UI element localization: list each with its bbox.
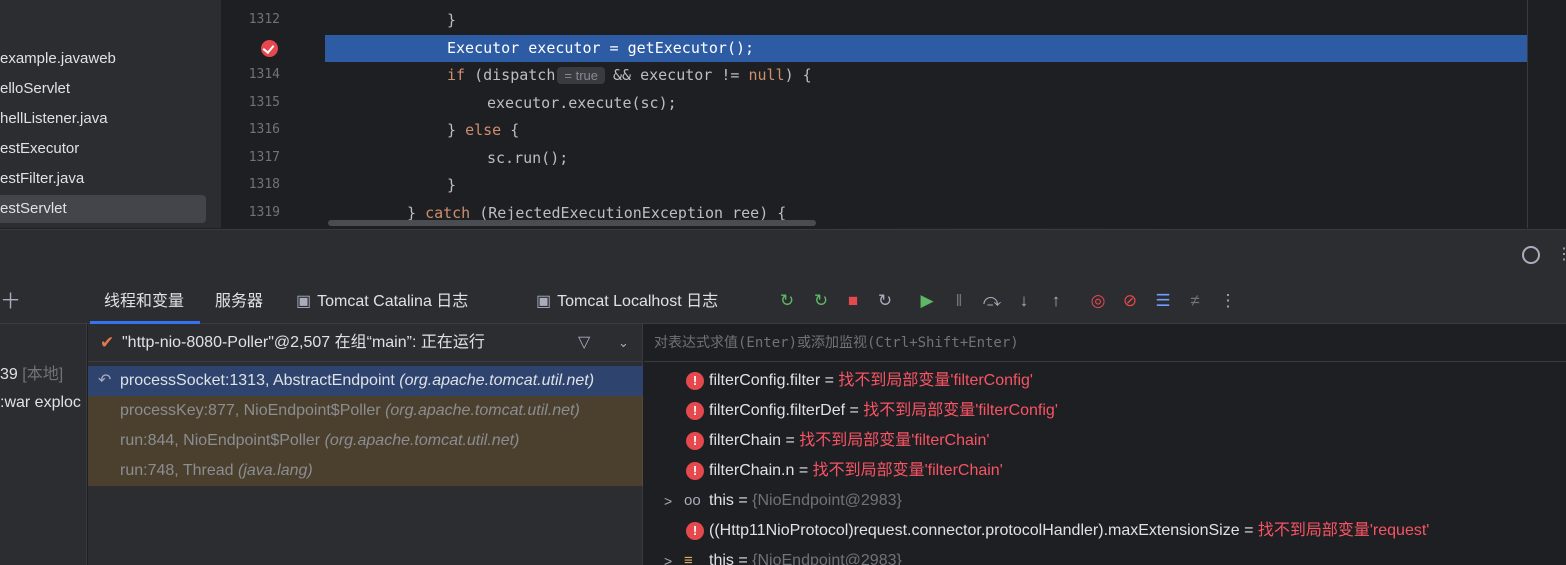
evaluate-expression-input[interactable]: 对表达式求值(Enter)或添加监视(Ctrl+Shift+Enter) <box>644 324 1566 362</box>
inline-value-hint: = true <box>557 67 605 84</box>
error-icon: ! <box>686 522 704 540</box>
field-icon: ≡ <box>684 552 693 565</box>
watch-item[interactable]: ! filterChain = 找不到局部变量'filterChain' <box>644 426 1566 456</box>
tab-catalina-log[interactable]: ▣ Tomcat Catalina 日志 <box>296 280 486 324</box>
horizontal-scrollbar[interactable] <box>328 220 816 226</box>
chevron-right-icon[interactable]: > <box>664 546 672 565</box>
watch-item[interactable]: ! filterConfig.filterDef = 找不到局部变量'filte… <box>644 396 1566 426</box>
debug-header: ⋮ <box>0 229 1566 280</box>
editor-gutter <box>222 0 325 228</box>
watch-glasses-icon: oo <box>684 492 701 509</box>
check-icon: ✔ <box>100 333 115 352</box>
stack-frame[interactable]: processKey:877, NioEndpoint$Poller (org.… <box>88 396 643 426</box>
thread-selector[interactable]: ✔ "http-nio-8080-Poller"@2,507 在组“main”:… <box>88 324 643 362</box>
pause-icon[interactable]: ‖ <box>948 290 970 312</box>
code-line: sc.run(); <box>487 149 569 167</box>
breakpoint-icon[interactable] <box>261 40 278 57</box>
chevron-right-icon[interactable]: > <box>664 486 672 516</box>
tree-item[interactable]: estFilter.java <box>0 165 206 193</box>
mute-breakpoints-icon[interactable]: ⊘ <box>1119 290 1141 312</box>
project-tree: example.javaweb elloServlet hellListener… <box>0 0 222 228</box>
crosshair-icon[interactable] <box>1522 246 1540 264</box>
stack-frame-current[interactable]: ↶ processSocket:1313, AbstractEndpoint (… <box>88 366 643 396</box>
line-number: 1312 <box>248 12 280 27</box>
rerun-icon[interactable]: ↻ <box>776 290 798 312</box>
watch-item[interactable]: ! filterChain.n = 找不到局部变量'filterChain' <box>644 456 1566 486</box>
return-icon: ↶ <box>98 372 112 389</box>
session-entry[interactable]: :war exploc <box>0 394 81 412</box>
left-rail-glyph[interactable]: 十 <box>0 280 20 324</box>
tab-servers[interactable]: 服务器 <box>215 280 263 324</box>
resume-icon[interactable]: ▶ <box>916 290 938 312</box>
stack-frame[interactable]: run:844, NioEndpoint$Poller (org.apache.… <box>88 426 643 456</box>
left-rail: 39 [本地] :war exploc <box>0 324 87 565</box>
more-options-icon[interactable]: ⋮ <box>1556 244 1566 264</box>
step-over-icon[interactable]: ⤼ <box>981 290 1003 312</box>
tree-item[interactable]: estExecutor <box>0 135 206 163</box>
step-out-icon[interactable]: ↑ <box>1045 290 1067 312</box>
error-icon: ! <box>686 402 704 420</box>
line-number: 1319 <box>248 205 280 220</box>
view-breakpoints-icon[interactable]: ◎ <box>1087 290 1109 312</box>
watch-item[interactable]: ! ((Http11NioProtocol)request.connector.… <box>644 516 1566 546</box>
code-line: } else { <box>447 121 520 139</box>
restart-icon[interactable]: ↻ <box>874 290 896 312</box>
code-editor[interactable]: } Executor executor = getExecutor(); if … <box>325 0 1566 228</box>
console-icon: ▣ <box>296 293 312 310</box>
line-number: 1317 <box>248 150 280 165</box>
error-icon: ! <box>686 462 704 480</box>
layout-icon[interactable]: ☰ <box>1152 290 1174 312</box>
code-line: executor.execute(sc); <box>487 94 677 112</box>
tree-item[interactable]: elloServlet <box>0 75 206 103</box>
code-line: if (dispatch = true && executor != null) { <box>447 66 812 84</box>
tree-item-selected[interactable]: estServlet <box>0 195 206 223</box>
tree-item[interactable]: hellListener.java <box>0 105 206 133</box>
stop-icon[interactable]: ■ <box>842 290 864 312</box>
line-number: 1315 <box>248 95 280 110</box>
tree-item[interactable]: example.javaweb <box>0 45 206 73</box>
variable-item[interactable]: > oo this = {NioEndpoint@2983} <box>644 486 1566 516</box>
rerun-failed-icon[interactable]: ↻ <box>810 290 832 312</box>
variable-item[interactable]: > ≡ this = {NioEndpoint@2983} <box>644 546 1566 565</box>
tab-threads-variables[interactable]: 线程和变量 <box>90 280 200 324</box>
error-icon: ! <box>686 372 704 390</box>
code-line: } <box>447 11 457 29</box>
editor-right-margin <box>1527 0 1528 228</box>
filter-icon[interactable]: ▽ <box>578 324 590 362</box>
execution-line: Executor executor = getExecutor(); <box>325 35 1527 62</box>
stack-frame[interactable]: run:748, Thread (java.lang) <box>88 456 643 486</box>
line-number: 1318 <box>248 177 280 192</box>
watch-item[interactable]: ! filterConfig.filter = 找不到局部变量'filterCo… <box>644 366 1566 396</box>
line-number: 1316 <box>248 122 280 137</box>
chevron-down-icon[interactable]: ⌄ <box>618 324 629 362</box>
more-icon[interactable]: ⋮ <box>1217 290 1239 312</box>
code-line: } <box>447 176 457 194</box>
session-entry[interactable]: 39 [本地] <box>0 360 63 384</box>
step-into-icon[interactable]: ↓ <box>1013 290 1035 312</box>
error-icon: ! <box>686 432 704 450</box>
console-icon: ▣ <box>536 293 552 310</box>
tab-localhost-log[interactable]: ▣ Tomcat Localhost 日志 <box>536 280 746 324</box>
settings-icon[interactable]: ≠ <box>1184 290 1206 312</box>
line-number: 1314 <box>248 67 280 82</box>
